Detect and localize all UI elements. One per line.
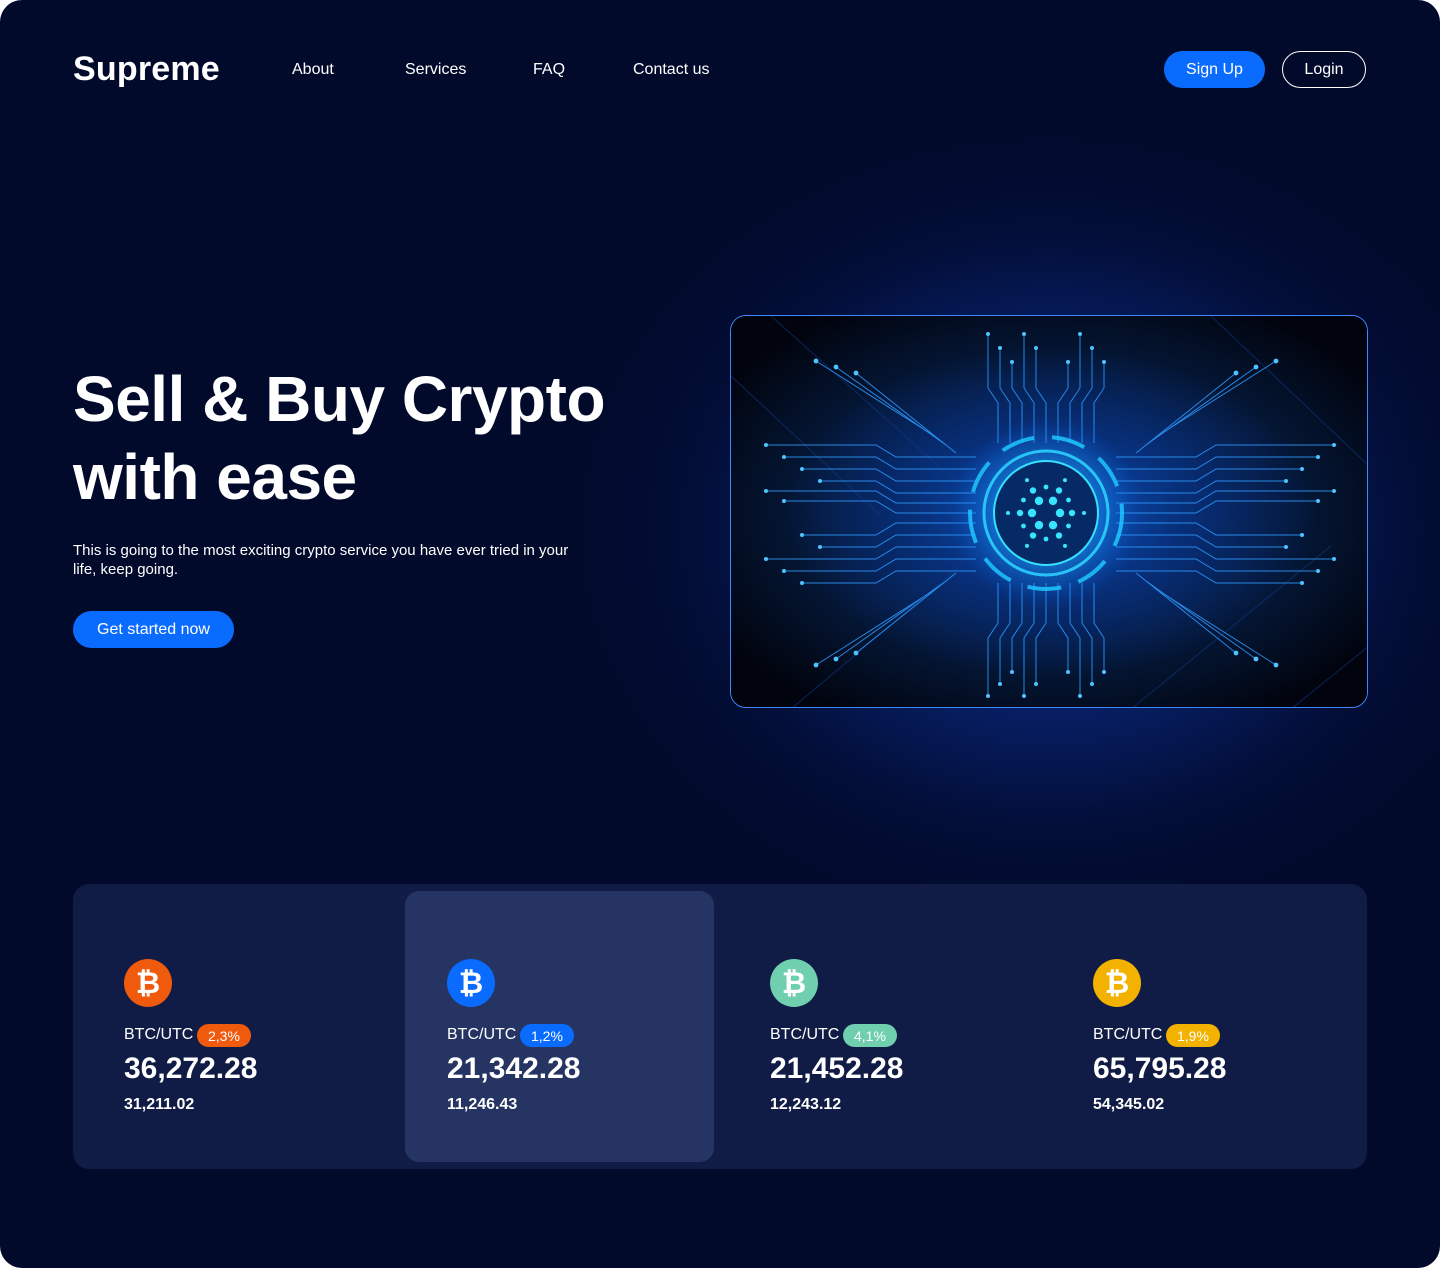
hero-image <box>730 315 1368 708</box>
price-main: 65,795.28 <box>1093 1052 1227 1085</box>
pair-label: BTC/UTC <box>124 1026 194 1043</box>
hero-title: Sell & Buy Crypto with ease <box>73 360 633 516</box>
change-badge: 4,1% <box>843 1024 897 1047</box>
price-secondary: 11,246.43 <box>447 1096 518 1113</box>
price-main: 21,452.28 <box>770 1052 904 1085</box>
cardano-circuit-illustration <box>731 316 1367 707</box>
change-badge: 2,3% <box>197 1024 251 1047</box>
page-frame: Supreme About Services FAQ Contact us Si… <box>0 0 1440 1268</box>
hero-subtitle: This is going to the most exciting crypt… <box>73 542 569 578</box>
nav-link-contact[interactable]: Contact us <box>633 61 709 79</box>
sign-up-button[interactable]: Sign Up <box>1164 51 1265 88</box>
price-main: 21,342.28 <box>447 1052 581 1085</box>
bitcoin-icon: ₿ <box>1093 959 1141 1007</box>
ticker-card[interactable]: ₿ BTC/UTC 2,3% 36,272.28 31,211.02 <box>73 891 382 1162</box>
change-badge: 1,9% <box>1166 1024 1220 1047</box>
hero-title-line1: Sell & Buy Crypto <box>73 363 606 435</box>
nav-link-about[interactable]: About <box>292 61 334 79</box>
ticker-card[interactable]: ₿ BTC/UTC 1,9% 65,795.28 54,345.02 <box>1042 891 1351 1162</box>
pair-label: BTC/UTC <box>770 1026 840 1043</box>
change-badge: 1,2% <box>520 1024 574 1047</box>
bitcoin-icon: ₿ <box>447 959 495 1007</box>
nav-link-faq[interactable]: FAQ <box>533 61 565 79</box>
bitcoin-icon: ₿ <box>770 959 818 1007</box>
price-secondary: 12,243.12 <box>770 1096 842 1113</box>
ticker-card-active[interactable]: ₿ BTC/UTC 1,2% 21,342.28 11,246.43 <box>405 891 714 1162</box>
ticker-panel: ₿ BTC/UTC 2,3% 36,272.28 31,211.02 ₿ BTC… <box>73 884 1367 1169</box>
price-secondary: 31,211.02 <box>124 1096 195 1113</box>
hero-title-line2: with ease <box>73 441 357 513</box>
brand-logo[interactable]: Supreme <box>73 50 220 89</box>
login-button[interactable]: Login <box>1282 51 1366 88</box>
price-main: 36,272.28 <box>124 1052 258 1085</box>
pair-label: BTC/UTC <box>447 1026 517 1043</box>
bitcoin-icon: ₿ <box>124 959 172 1007</box>
ticker-card[interactable]: ₿ BTC/UTC 4,1% 21,452.28 12,243.12 <box>719 891 1028 1162</box>
nav-link-services[interactable]: Services <box>405 61 466 79</box>
get-started-button[interactable]: Get started now <box>73 611 234 648</box>
pair-label: BTC/UTC <box>1093 1026 1163 1043</box>
price-secondary: 54,345.02 <box>1093 1096 1165 1113</box>
